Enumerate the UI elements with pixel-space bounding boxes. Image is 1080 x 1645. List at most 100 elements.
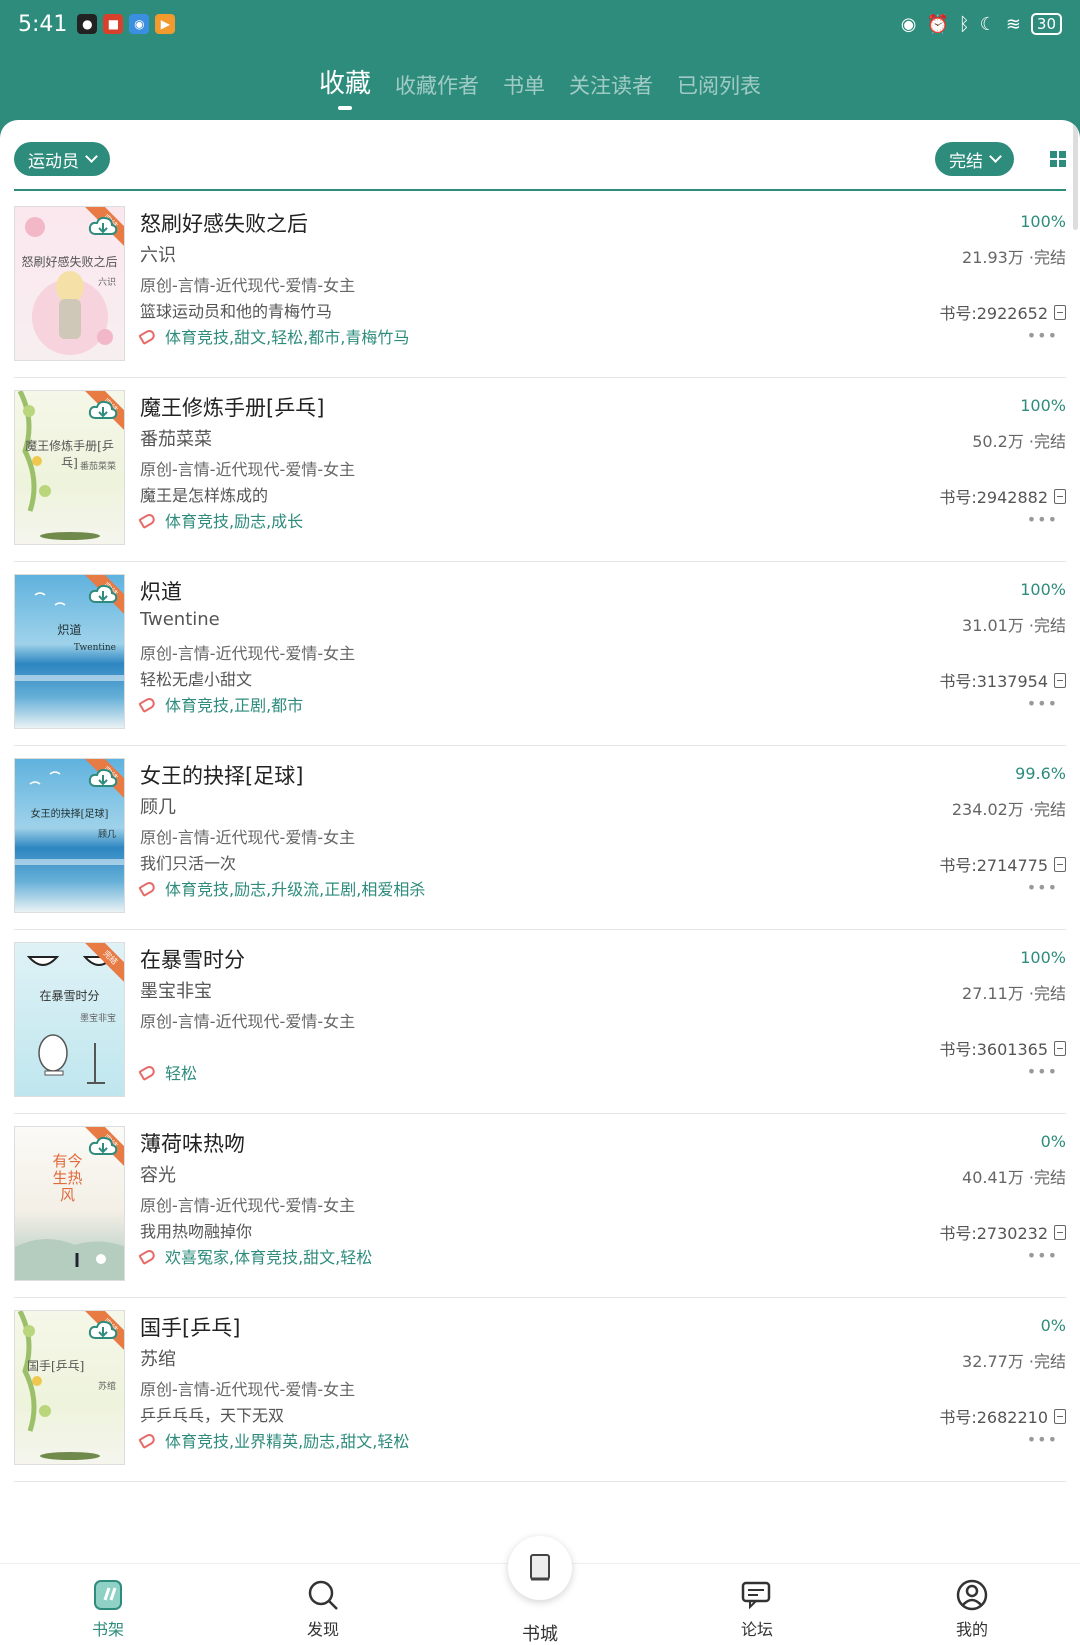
nav-bookshelf[interactable]: 书架 [63, 1578, 153, 1640]
copy-icon[interactable] [1054, 1040, 1066, 1056]
book-title[interactable]: 国手[乒乓] [140, 1312, 240, 1342]
book-item[interactable]: 国手[乒乓] 苏绾 完结 国手[乒乓] 苏绾 原创-言情-近代现代-爱情-女主 … [14, 1298, 1066, 1482]
top-tab-bar: 收藏 收藏作者 书单 关注读者 已阅列表 [0, 58, 1080, 110]
more-options-icon[interactable]: ••• [1027, 878, 1058, 897]
book-cover[interactable]: 有今生热风 完结 [14, 1126, 125, 1281]
nav-label[interactable]: 书城 [500, 1620, 580, 1645]
copy-icon[interactable] [1054, 672, 1066, 688]
book-tags-text: 欢喜冤家,体育竞技,甜文,轻松 [165, 1248, 373, 1267]
nav-discover[interactable]: 发现 [278, 1578, 368, 1640]
book-category: 原创-言情-近代现代-爱情-女主 [140, 460, 356, 479]
book-title[interactable]: 在暴雪时分 [140, 944, 245, 974]
chevron-down-icon [989, 150, 1002, 163]
more-options-icon[interactable]: ••• [1027, 1246, 1058, 1265]
more-options-icon[interactable]: ••• [1027, 326, 1058, 345]
tab-favorite-authors[interactable]: 收藏作者 [395, 70, 479, 110]
tag-filter-dropdown[interactable]: 运动员 [14, 142, 110, 176]
discover-icon [308, 1580, 338, 1610]
word-count-status: 234.02万 ·完结 [951, 800, 1066, 819]
book-id: 书号:2682210 [939, 1404, 1066, 1428]
book-description: 魔王是怎样炼成的 [140, 486, 269, 505]
book-item[interactable]: 女王的抉择[足球] 顾几 完结 女王的抉择[足球] 顾几 原创-言情-近代现代-… [14, 746, 1066, 930]
book-cover[interactable]: 国手[乒乓] 苏绾 完结 [14, 1310, 125, 1465]
book-cover[interactable]: 怒刷好感失败之后 六识 完结 [14, 206, 125, 361]
status-filter-dropdown[interactable]: 完结 [935, 142, 1014, 176]
chevron-down-icon [85, 150, 98, 163]
favorites-panel: 运动员 完结 怒刷好感失败之后 六识 完结 [0, 120, 1080, 1645]
more-options-icon[interactable]: ••• [1027, 1430, 1058, 1449]
book-title[interactable]: 魔王修炼手册[乒乓] [140, 392, 324, 422]
cover-author: 番茄菜菜 [79, 462, 116, 472]
word-count-status: 31.01万 ·完结 [962, 616, 1066, 635]
tab-followed-readers[interactable]: 关注读者 [569, 70, 653, 110]
book-item[interactable]: 怒刷好感失败之后 六识 完结 怒刷好感失败之后 六识 原创-言情-近代现代-爱情… [14, 194, 1066, 378]
profile-icon [956, 1579, 988, 1611]
book-item[interactable]: 魔王修炼手册[乒乓] 番茄菜菜 完结 魔王修炼手册[乒乓] 番茄菜菜 原创-言情… [14, 378, 1066, 562]
copy-icon[interactable] [1054, 304, 1066, 320]
cloud-download-icon[interactable] [88, 215, 118, 237]
book-author[interactable]: 番茄菜菜 [140, 425, 212, 451]
cloud-download-icon[interactable] [88, 767, 118, 789]
tag-icon [138, 1431, 157, 1449]
book-item[interactable]: 有今生热风 完结 薄荷味热吻 容光 原创-言情-近代现代-爱情-女主 我用热吻融… [14, 1114, 1066, 1298]
tag-icon [138, 1063, 157, 1081]
tab-booklists[interactable]: 书单 [503, 70, 545, 110]
book-description: 乒乒乓乓，天下无双 [140, 1406, 285, 1425]
nav-label: 论坛 [740, 1620, 773, 1639]
book-author[interactable]: Twentine [140, 609, 220, 630]
nav-profile[interactable]: 我的 [927, 1578, 1017, 1640]
book-cover[interactable]: 魔王修炼手册[乒乓] 番茄菜菜 完结 [14, 390, 125, 545]
tag-icon [138, 327, 157, 345]
word-count-status: 40.41万 ·完结 [962, 1168, 1066, 1187]
copy-icon[interactable] [1054, 856, 1066, 872]
copy-icon[interactable] [1054, 1408, 1066, 1424]
cloud-download-icon[interactable] [88, 1319, 118, 1341]
nav-forum[interactable]: 论坛 [712, 1578, 802, 1640]
cloud-download-icon[interactable] [88, 583, 118, 605]
book-description: 篮球运动员和他的青梅竹马 [140, 302, 333, 321]
book-tags: 体育竞技,励志,成长 [138, 508, 303, 532]
book-cover[interactable]: 在暴雪时分 墨宝非宝 完结 [14, 942, 125, 1097]
scrollbar[interactable] [1073, 120, 1078, 230]
book-title[interactable]: 女王的抉择[足球] [140, 760, 303, 790]
book-author[interactable]: 容光 [140, 1161, 176, 1187]
grid-view-icon[interactable] [1050, 151, 1066, 167]
book-item[interactable]: 在暴雪时分 墨宝非宝 完结 在暴雪时分 墨宝非宝 原创-言情-近代现代-爱情-女… [14, 930, 1066, 1114]
more-options-icon[interactable]: ••• [1027, 510, 1058, 529]
book-author[interactable]: 墨宝非宝 [140, 977, 212, 1003]
book-category: 原创-言情-近代现代-爱情-女主 [140, 644, 356, 663]
book-id: 书号:2922652 [939, 300, 1066, 324]
book-title[interactable]: 怒刷好感失败之后 [140, 208, 308, 238]
book-category: 原创-言情-近代现代-爱情-女主 [140, 1196, 356, 1215]
more-options-icon[interactable]: ••• [1027, 1062, 1058, 1081]
book-id-text: 书号:2942882 [939, 488, 1048, 507]
bottom-nav: 书架 发现 书城 论坛 我的 [0, 1536, 1080, 1645]
book-category: 原创-言情-近代现代-爱情-女主 [140, 828, 356, 847]
qq-icon: ● [77, 14, 98, 34]
copy-icon[interactable] [1054, 488, 1066, 504]
book-author[interactable]: 顾几 [140, 793, 176, 819]
bookstore-button[interactable] [508, 1536, 572, 1600]
book-cover[interactable]: 女王的抉择[足球] 顾几 完结 [14, 758, 125, 913]
more-options-icon[interactable]: ••• [1027, 694, 1058, 713]
tab-favorites[interactable]: 收藏 [319, 63, 371, 110]
book-author[interactable]: 六识 [140, 241, 176, 267]
tab-read-list[interactable]: 已阅列表 [677, 70, 761, 110]
book-id: 书号:3137954 [939, 668, 1066, 692]
copy-icon[interactable] [1054, 1224, 1066, 1240]
book-author[interactable]: 苏绾 [140, 1345, 176, 1371]
cloud-download-icon[interactable] [88, 1135, 118, 1157]
wifi-icon: ≋ [1005, 13, 1021, 35]
read-progress: 100% [1020, 212, 1066, 231]
book-tags-text: 体育竞技,业界精英,励志,甜文,轻松 [165, 1432, 410, 1451]
nav-label: 我的 [955, 1620, 988, 1639]
bookstore-icon [530, 1554, 550, 1581]
book-cover[interactable]: 炽道 Twentine 完结 [14, 574, 125, 729]
book-item[interactable]: 炽道 Twentine 完结 炽道 Twentine 原创-言情-近代现代-爱情… [14, 562, 1066, 746]
cloud-download-icon[interactable] [88, 399, 118, 421]
moon-icon: ☾ [979, 13, 996, 35]
book-title[interactable]: 炽道 [140, 576, 182, 606]
cover-title: 有今生热风 [52, 1152, 83, 1204]
book-title[interactable]: 薄荷味热吻 [140, 1128, 245, 1158]
book-id-text: 书号:2682210 [939, 1408, 1048, 1427]
